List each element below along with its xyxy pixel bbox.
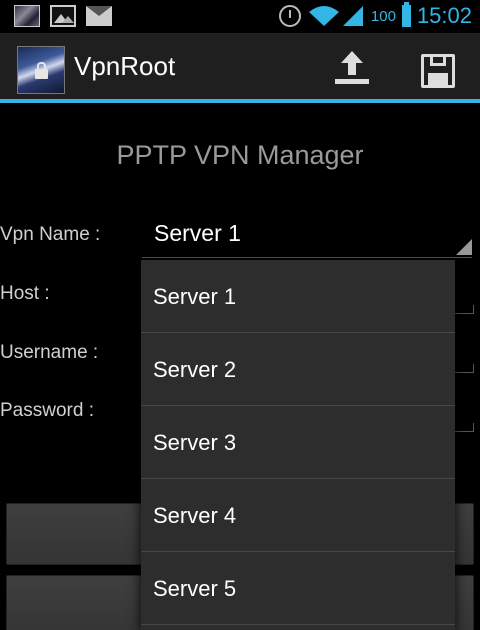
dropdown-option-label: Server 1 bbox=[153, 284, 237, 309]
password-label: Password : bbox=[0, 400, 94, 421]
dropdown-option-label: Server 4 bbox=[153, 503, 237, 528]
action-bar: VpnRoot bbox=[0, 33, 480, 103]
vpn-name-spinner[interactable]: Server 1 bbox=[142, 212, 474, 258]
mail-icon bbox=[86, 6, 112, 26]
notification-area bbox=[14, 4, 112, 28]
dropdown-option-label: Server 3 bbox=[153, 430, 237, 455]
status-bar: 100 15:02 bbox=[0, 0, 480, 33]
app-title: VpnRoot bbox=[74, 51, 176, 81]
wifi-icon bbox=[308, 6, 363, 26]
battery-icon bbox=[401, 2, 411, 27]
host-label: Host : bbox=[0, 283, 50, 304]
battery-level: 100 bbox=[370, 7, 396, 25]
app-logo-icon[interactable] bbox=[17, 46, 65, 94]
page-title: PPTP VPN Manager bbox=[116, 140, 364, 170]
dropdown-option-server-1[interactable]: Server 1 bbox=[141, 260, 455, 333]
gallery-icon bbox=[50, 5, 76, 27]
system-tray: 100 15:02 bbox=[278, 2, 472, 30]
username-label: Username : bbox=[0, 342, 99, 363]
dropdown-option-label: Server 5 bbox=[153, 576, 237, 601]
vpn-name-dropdown: Server 1 Server 2 Server 3 Server 4 Serv… bbox=[141, 260, 455, 630]
vpn-name-value: Server 1 bbox=[154, 220, 241, 246]
dropdown-option-server-3[interactable]: Server 3 bbox=[141, 406, 455, 479]
dropdown-option-server-4[interactable]: Server 4 bbox=[141, 479, 455, 552]
clock: 15:02 bbox=[416, 3, 472, 28]
alarm-icon bbox=[278, 5, 301, 27]
image-thumbnail-icon bbox=[14, 5, 40, 27]
signal-icon bbox=[342, 6, 363, 26]
save-icon[interactable] bbox=[421, 54, 455, 88]
dropdown-option-label: Server 2 bbox=[153, 357, 237, 382]
upload-icon[interactable] bbox=[332, 51, 372, 87]
vpn-name-label: Vpn Name : bbox=[0, 224, 101, 245]
dropdown-option-server-2[interactable]: Server 2 bbox=[141, 333, 455, 406]
spinner-arrow-icon bbox=[456, 239, 472, 255]
dropdown-option-server-5[interactable]: Server 5 bbox=[141, 552, 455, 625]
